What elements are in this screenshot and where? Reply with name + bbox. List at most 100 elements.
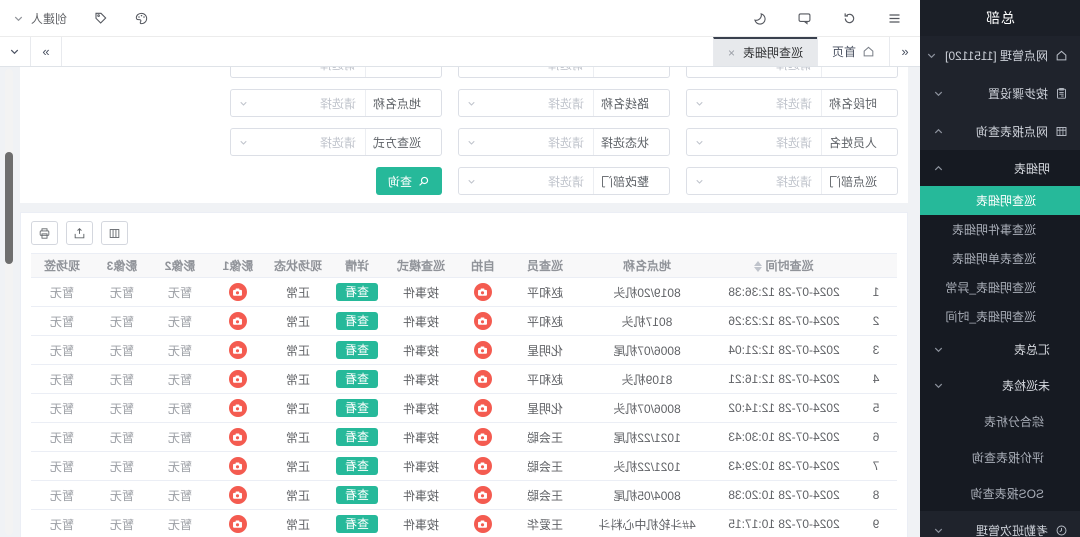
filter-select[interactable]: 状态选择请选择 [458, 128, 670, 156]
image1-thumbnail-button[interactable] [229, 283, 247, 301]
image1-thumbnail-button[interactable] [229, 399, 247, 417]
sort-icon[interactable] [755, 261, 763, 272]
view-detail-button[interactable]: 查看 [336, 399, 378, 417]
filter-select[interactable]: 人员姓名请选择 [686, 128, 898, 156]
selfie-thumbnail-button[interactable] [474, 486, 492, 504]
print-button[interactable] [31, 221, 58, 245]
cell-image2: 暂无 [151, 278, 209, 307]
selfie-thumbnail-button[interactable] [474, 399, 492, 417]
sidebar-item-label: SOS报表查询 [971, 485, 1044, 502]
cell-selfie [457, 423, 509, 452]
filter-select[interactable]: 巡点部门请选择 [686, 167, 898, 195]
caret-down-icon [687, 98, 705, 109]
image1-thumbnail-button[interactable] [229, 370, 247, 388]
image1-thumbnail-button[interactable] [229, 515, 247, 533]
cell-patrol-mode: 按事件 [385, 423, 457, 452]
sidebar-item-item1[interactable]: 按步骤设置 [920, 74, 1080, 112]
view-detail-button[interactable]: 查看 [336, 312, 378, 330]
sidebar-item-item9[interactable]: 汇总表 [920, 331, 1080, 367]
user-menu[interactable]: 创建人 [12, 10, 67, 27]
clock-icon [1055, 524, 1068, 537]
filter-select[interactable]: 整改部门请选择 [458, 167, 670, 195]
cell-image2: 暂无 [151, 336, 209, 365]
app-screen: 总部 网点管理 [1151120]按步骤设置网点报表查询明细表巡查明细表巡查事件… [0, 0, 1080, 537]
image1-thumbnail-button[interactable] [229, 428, 247, 446]
message-icon[interactable] [797, 11, 812, 26]
sidebar-item-item10[interactable]: 未巡检表 [920, 367, 1080, 403]
sidebar-item-sos[interactable]: SOS报表查询 [920, 475, 1080, 511]
patrol-mode-text: 按事件 [403, 489, 439, 503]
sidebar-item-item11[interactable]: 综合分析表 [920, 403, 1080, 439]
search-button[interactable]: 查询 [376, 167, 442, 195]
sidebar-item-label: 网点管理 [1151120] [945, 47, 1048, 64]
sidebar-item-item4[interactable]: 巡查明细表 [920, 186, 1080, 215]
patrol-mode-text: 按事件 [403, 344, 439, 358]
view-detail-button[interactable]: 查看 [336, 428, 378, 446]
location-name-text: 8006/07机头 [613, 402, 680, 416]
chevron-up-icon [932, 125, 945, 138]
cell-detail: 查看 [329, 278, 385, 307]
tab-patrol-detail[interactable]: 巡查明细表 × [713, 37, 817, 66]
cell-site-status: 正常 [267, 452, 329, 481]
sidebar-item-item12[interactable]: 评价报表查询 [920, 439, 1080, 475]
view-detail-button[interactable]: 查看 [336, 370, 378, 388]
filter-select[interactable]: 请选择 [458, 67, 670, 78]
menu-icon[interactable] [887, 11, 902, 26]
sidebar-item-_[interactable]: 巡查明细表_时间 [920, 302, 1080, 331]
view-detail-button[interactable]: 查看 [336, 515, 378, 533]
image1-thumbnail-button[interactable] [229, 341, 247, 359]
filter-select[interactable]: 地点名称请选择 [230, 89, 442, 117]
refresh-icon[interactable] [842, 11, 857, 26]
selfie-thumbnail-button[interactable] [474, 283, 492, 301]
column-header: 影像2 [151, 254, 209, 278]
palette-icon[interactable] [134, 11, 149, 26]
close-icon[interactable]: × [728, 46, 735, 60]
image3-text: 暂无 [110, 489, 134, 503]
image1-thumbnail-button[interactable] [229, 457, 247, 475]
sidebar-item-1151120[interactable]: 网点管理 [1151120] [920, 36, 1080, 74]
column-header[interactable]: 巡查时间 [713, 254, 855, 278]
filter-select[interactable]: 请选择 [230, 67, 442, 78]
column-header-label: 自拍 [471, 259, 495, 273]
image2-text: 暂无 [168, 402, 192, 416]
sort-desc-icon[interactable] [755, 267, 763, 272]
moon-icon[interactable] [752, 11, 767, 26]
view-detail-button[interactable]: 查看 [336, 457, 378, 475]
tabs-scroll-right-button[interactable]: » [31, 37, 62, 66]
filter-select[interactable]: 巡查方式请选择 [230, 128, 442, 156]
sidebar-item-item5[interactable]: 巡查事件明细表 [920, 215, 1080, 244]
tab-home[interactable]: 首页 [817, 37, 889, 66]
tabs-scroll-left-button[interactable]: « [889, 37, 920, 66]
table-row: 62024-07-28 10:30:431021/22机尾王会聪按事件查看正常暂… [31, 423, 897, 452]
sidebar-item-item6[interactable]: 巡查表单明细表 [920, 244, 1080, 273]
selfie-thumbnail-button[interactable] [474, 341, 492, 359]
table-row: 72024-07-28 10:29:431021/22机头王会聪按事件查看正常暂… [31, 452, 897, 481]
export-button[interactable] [66, 221, 93, 245]
cell-selfie [457, 336, 509, 365]
view-detail-button[interactable]: 查看 [336, 283, 378, 301]
image1-thumbnail-button[interactable] [229, 486, 247, 504]
view-detail-button[interactable]: 查看 [336, 486, 378, 504]
selfie-thumbnail-button[interactable] [474, 515, 492, 533]
sort-asc-icon[interactable] [755, 261, 763, 266]
scrollbar-thumb[interactable] [5, 152, 13, 264]
sidebar-item-item14[interactable]: 考勤班次管理 [920, 511, 1080, 537]
tag-icon[interactable] [93, 11, 108, 26]
cell-site-sign: 暂无 [31, 365, 93, 394]
sidebar-item-_[interactable]: 巡查明细表_异常 [920, 273, 1080, 302]
sidebar-item-item3[interactable]: 明细表 [920, 150, 1080, 186]
tabs-menu-button[interactable] [0, 37, 31, 66]
filter-select[interactable]: 请选择 [686, 67, 898, 78]
vertical-scrollbar[interactable] [5, 69, 13, 535]
filter-select[interactable]: 路线名称请选择 [458, 89, 670, 117]
selfie-thumbnail-button[interactable] [474, 428, 492, 446]
filter-select[interactable]: 时段名称请选择 [686, 89, 898, 117]
image1-thumbnail-button[interactable] [229, 312, 247, 330]
selfie-thumbnail-button[interactable] [474, 457, 492, 475]
selfie-thumbnail-button[interactable] [474, 312, 492, 330]
selfie-thumbnail-button[interactable] [474, 370, 492, 388]
caret-down-icon [459, 137, 477, 148]
sidebar-item-item2[interactable]: 网点报表查询 [920, 112, 1080, 150]
columns-button[interactable] [101, 221, 128, 245]
view-detail-button[interactable]: 查看 [336, 341, 378, 359]
